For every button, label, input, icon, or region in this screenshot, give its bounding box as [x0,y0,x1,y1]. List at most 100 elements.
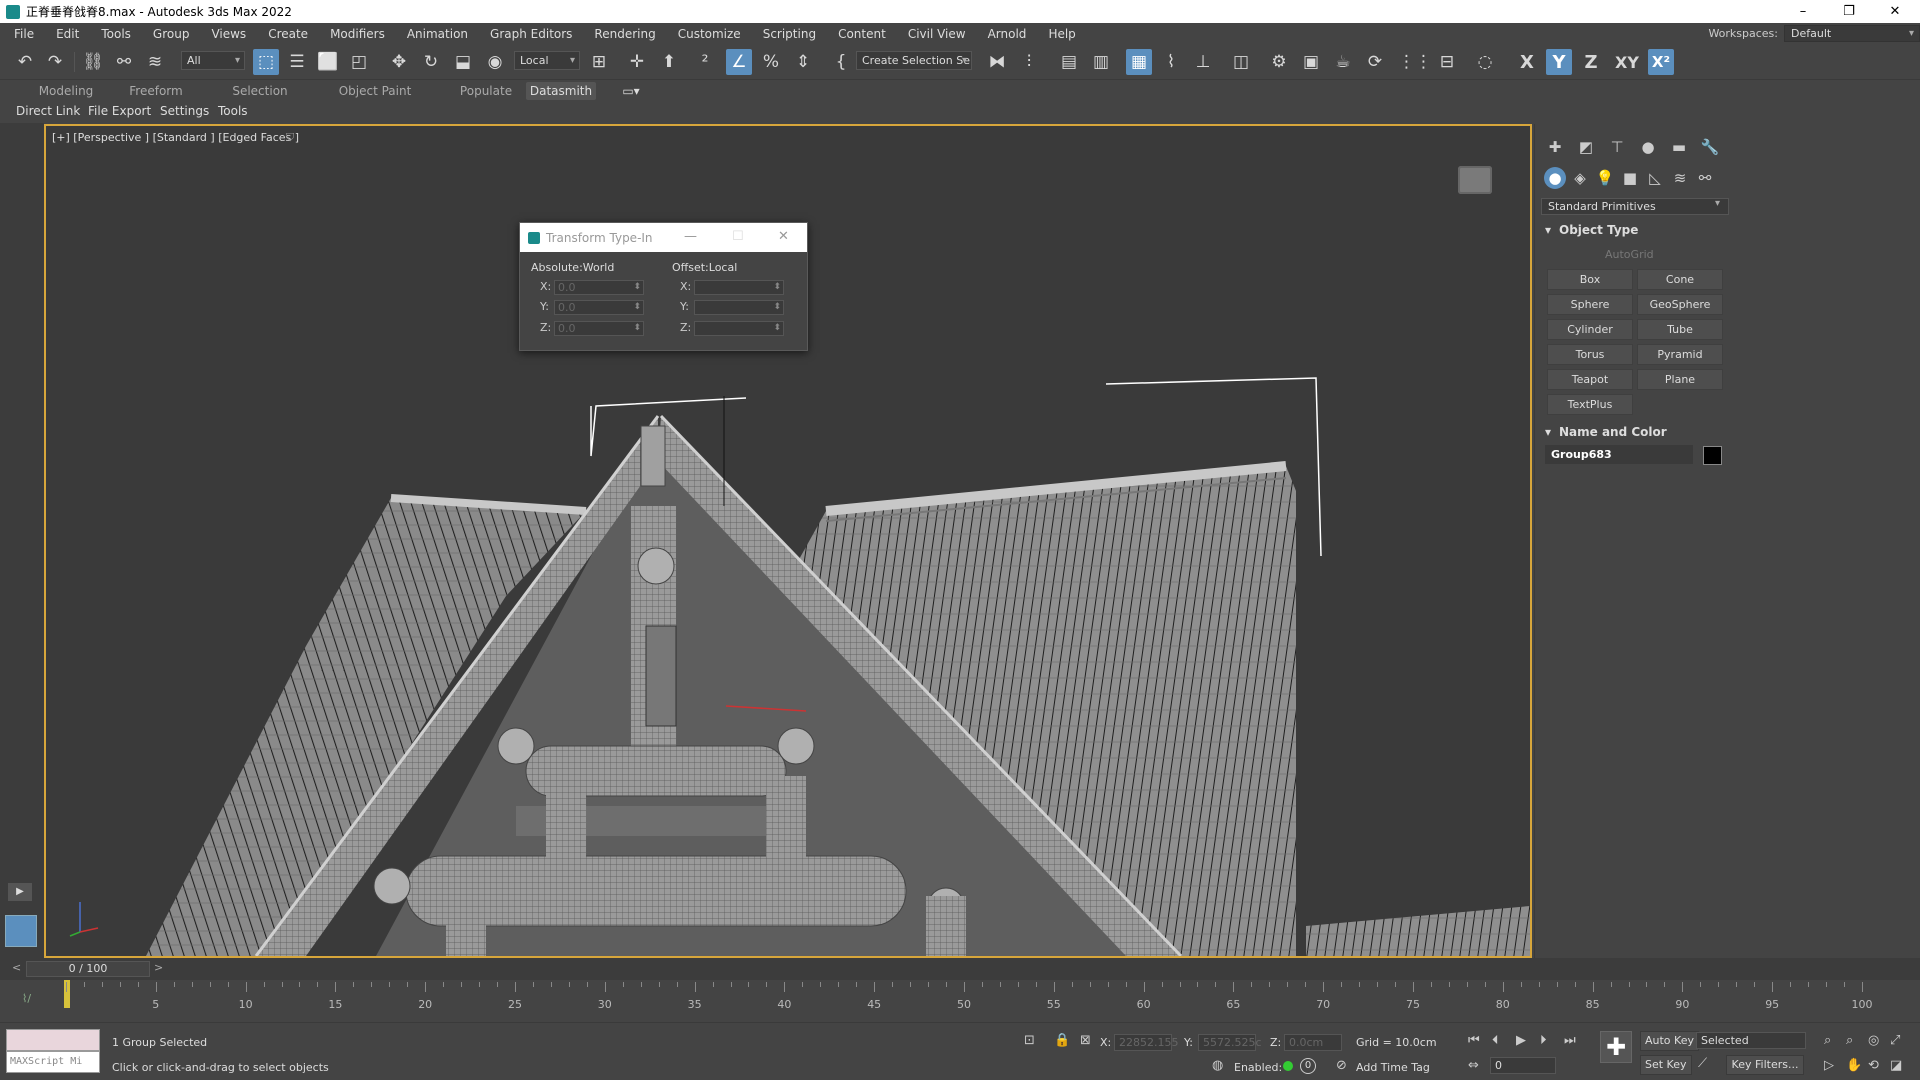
menu-tools[interactable]: Tools [90,27,142,41]
x-coord-field[interactable]: 22852.155 [1114,1034,1179,1051]
lights-category-icon[interactable]: 💡 [1594,167,1616,189]
dialog-maximize-button[interactable]: ☐ [732,229,744,244]
systems-category-icon[interactable]: ⚯ [1694,167,1716,189]
absolute-mode-transform-icon[interactable]: ⊠ [1080,1033,1091,1048]
cone-button[interactable]: Cone [1637,269,1723,290]
z-coord-field[interactable]: 0.0cm [1284,1034,1342,1051]
default-in-out-tangents-icon[interactable]: ⟋ [1698,1056,1707,1071]
menu-edit[interactable]: Edit [45,27,90,41]
tools-button[interactable]: Tools [218,102,248,120]
render-production-icon[interactable]: ☕ [1330,49,1356,75]
ribbon-options-icon[interactable]: ▭▾ [616,82,646,100]
menu-group[interactable]: Group [142,27,201,41]
scene-explorer-icon[interactable]: ▤ [1056,49,1082,75]
track-bar[interactable]: ⌇/ 5 10 15 20 25 30 35 40 45 50 55 60 65 70 75 80 85 90 95… [0,980,1920,1020]
go-to-start-icon[interactable]: ⏮ [1468,1033,1480,1048]
selection-region-icon[interactable]: ⋮⋮ [1398,49,1432,75]
current-frame-marker[interactable] [64,980,70,1008]
axis-constraint-xy[interactable]: XY [1612,49,1642,75]
cylinder-button[interactable]: Cylinder [1547,319,1633,340]
orbit-icon[interactable]: ⟲ [1868,1058,1879,1073]
reference-coordinate-dropdown[interactable]: Local [514,51,580,70]
time-tag-icon[interactable]: 0 [1300,1058,1316,1074]
close-button[interactable]: ✕ [1872,0,1918,23]
dialog-minimize-button[interactable]: — [684,229,697,244]
maxscript-listener[interactable]: MAXScript Mi [6,1029,100,1075]
link-icon[interactable]: ⛓ [80,49,106,75]
selection-filter-dropdown[interactable]: All [181,51,245,70]
dialog-title-bar[interactable]: Transform Type-In — ☐ ✕ [520,223,807,252]
axis-constraint-y[interactable]: Y [1546,49,1572,75]
field-of-view-icon[interactable]: ▷ [1824,1058,1834,1073]
add-time-tag-label[interactable]: Add Time Tag [1356,1061,1430,1074]
utilities-tab-icon[interactable]: 🔧 [1699,136,1721,158]
zoom-icon[interactable]: ⌕ [1824,1033,1831,1048]
edit-named-selection-icon[interactable]: { [828,49,854,75]
key-mode-dropdown[interactable]: Selected [1696,1032,1806,1049]
file-export-button[interactable]: File Export [88,102,151,120]
settings-button[interactable]: Settings [160,102,209,120]
maxscript-input[interactable]: MAXScript Mi [6,1051,100,1073]
menu-modifiers[interactable]: Modifiers [319,27,396,41]
menu-arnold[interactable]: Arnold [977,27,1038,41]
menu-civil-view[interactable]: Civil View [897,27,977,41]
align-icon[interactable]: ⫶ [1016,49,1042,75]
play-scene-icon[interactable]: ▶ [8,883,32,901]
ribbon-tab-freeform[interactable]: Freeform [116,82,196,100]
keyboard-shortcut-override-icon[interactable]: ⬆ [656,49,682,75]
snaps-toggle-icon[interactable]: ² [692,49,718,75]
abs-x-spinner[interactable]: 0.0 [554,280,644,295]
menu-customize[interactable]: Customize [667,27,752,41]
adaptive-degradation-icon[interactable]: ◍ [1212,1058,1223,1073]
time-slider[interactable]: < 0 / 100 > [0,958,1920,980]
move-icon[interactable]: ✥ [386,49,412,75]
name-color-arrow-icon[interactable]: ▾ [1545,425,1551,439]
menu-content[interactable]: Content [827,27,897,41]
select-manipulate-icon[interactable]: ✛ [624,49,650,75]
selection-lock-icon[interactable]: 🔒 [1054,1033,1070,1048]
geosphere-button[interactable]: GeoSphere [1637,294,1723,315]
dialog-close-button[interactable]: ✕ [778,229,789,244]
y-coord-field[interactable]: 5572.525c [1198,1034,1262,1051]
shapes-category-icon[interactable]: ◈ [1569,167,1591,189]
torus-button[interactable]: Torus [1547,344,1633,365]
curve-editor-icon[interactable]: ⌇ [1158,49,1184,75]
menu-help[interactable]: Help [1037,27,1086,41]
select-object-icon[interactable]: ⬚ [253,49,279,75]
menu-create[interactable]: Create [257,27,319,41]
next-frame-icon[interactable]: ⏵ [1540,1033,1547,1048]
ribbon-tab-populate[interactable]: Populate [446,82,526,100]
bind-space-warp-icon[interactable]: ≋ [142,49,168,75]
schematic-view-icon[interactable]: ⊥ [1190,49,1216,75]
key-mode-toggle-icon[interactable]: ⇔ [1468,1058,1479,1073]
sphere-button[interactable]: Sphere [1547,294,1633,315]
plane-button[interactable]: Plane [1637,369,1723,390]
axis-constraint-xz[interactable]: X² [1648,49,1674,75]
category-dropdown[interactable]: Standard Primitives [1541,198,1729,215]
axis-constraint-x[interactable]: X [1514,49,1540,75]
auto-key-button[interactable]: Auto Key [1640,1031,1699,1051]
toggle-ribbon-icon[interactable]: ▦ [1126,49,1152,75]
unlink-icon[interactable]: ⚯ [111,49,137,75]
object-color-swatch[interactable] [1703,446,1722,465]
object-name-field[interactable]: Group683 [1545,445,1693,464]
pan-view-icon[interactable]: ✋ [1846,1058,1862,1073]
cameras-category-icon[interactable]: ■ [1619,167,1641,189]
previous-frame-icon[interactable]: ⏴ [1492,1033,1499,1048]
menu-scripting[interactable]: Scripting [752,27,827,41]
minimize-button[interactable]: – [1780,0,1826,23]
window-crossing-icon[interactable]: ◰ [346,49,372,75]
maxscript-output[interactable] [6,1029,100,1051]
abs-y-spinner[interactable]: 0.0 [554,300,644,315]
rendered-frame-window-icon[interactable]: ▣ [1298,49,1324,75]
zoom-extents-icon[interactable]: ◎ [1868,1033,1879,1048]
zoom-all-icon[interactable]: ⌕ [1846,1033,1853,1048]
zoom-extents-all-icon[interactable]: ⤢ [1890,1033,1900,1048]
rectangular-selection-icon[interactable]: ⬜ [315,49,341,75]
axis-constraint-z[interactable]: Z [1578,49,1604,75]
current-frame-field[interactable]: 0 [1490,1057,1556,1074]
set-key-button[interactable]: Set Key [1640,1055,1692,1075]
pyramid-button[interactable]: Pyramid [1637,344,1723,365]
menu-graph-editors[interactable]: Graph Editors [479,27,583,41]
render-setup-icon[interactable]: ⚙ [1266,49,1292,75]
